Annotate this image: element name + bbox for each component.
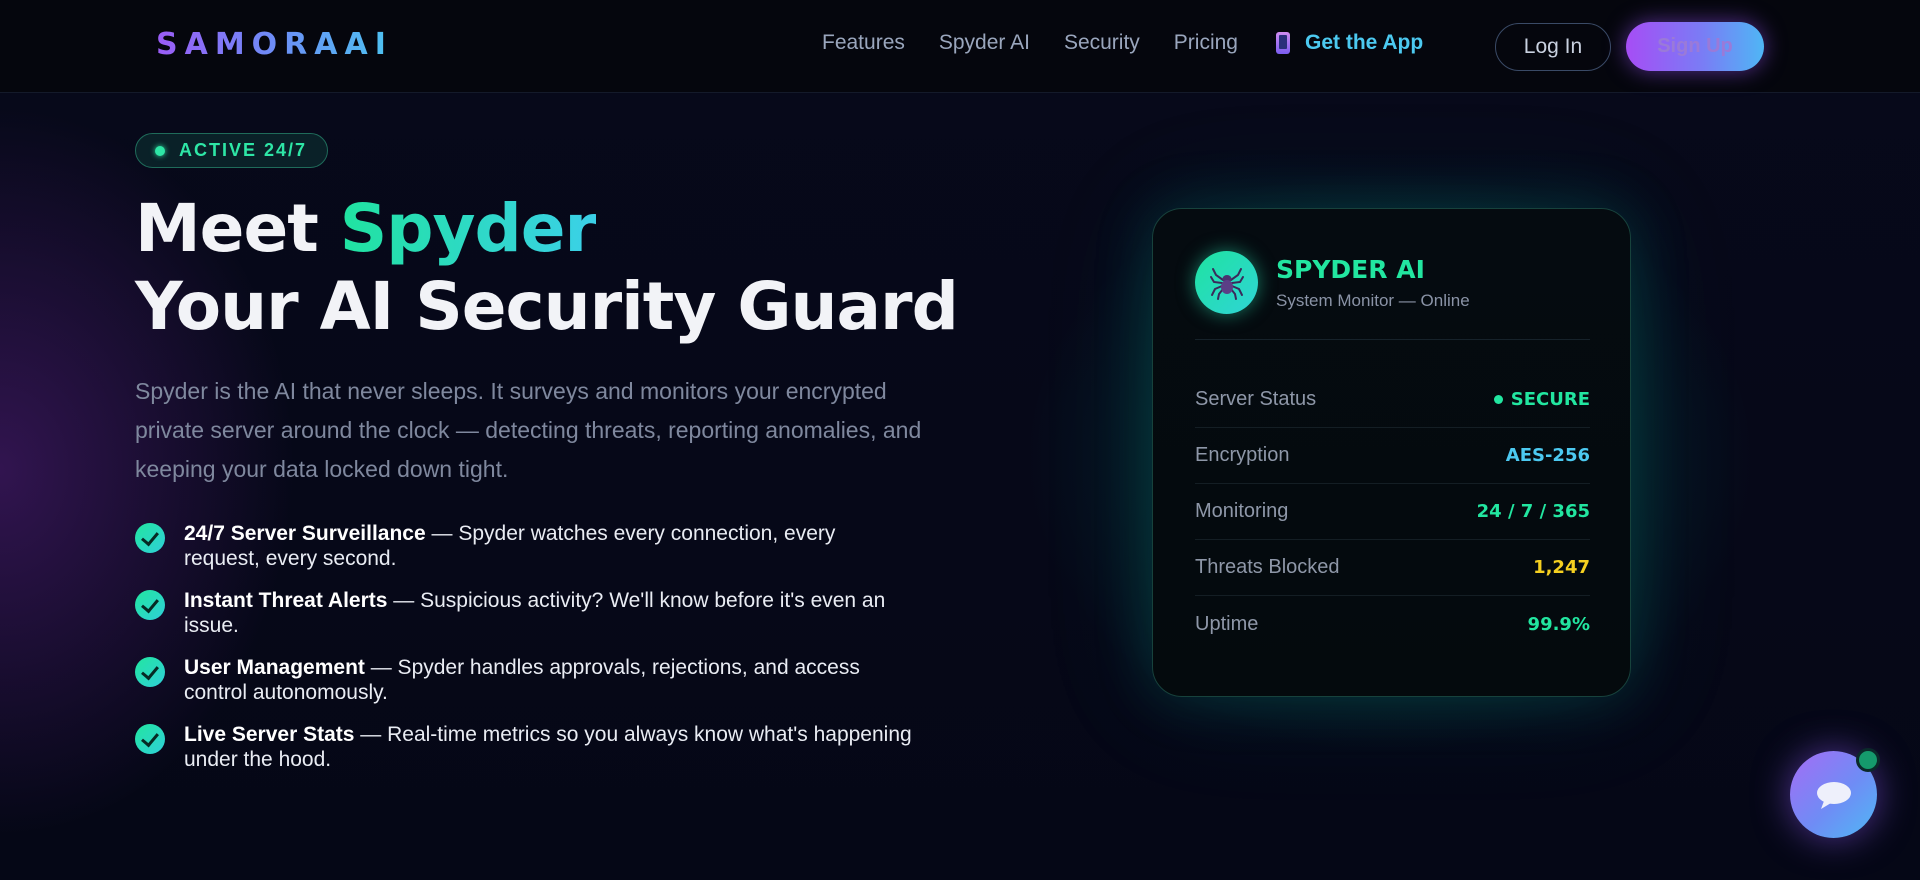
feature-list: 24/7 Server Surveillance — Spyder watche…	[135, 521, 915, 789]
stat-label: Server Status	[1195, 388, 1317, 410]
nav-link-security[interactable]: Security	[1064, 31, 1140, 55]
hero-title-accent: Spyder	[339, 190, 597, 267]
card-subtitle: System Monitor — Online	[1276, 291, 1470, 310]
feature-title: Live Server Stats	[184, 723, 355, 746]
stat-row-threats-blocked: Threats Blocked 1,247	[1195, 540, 1590, 596]
get-app-link[interactable]: Get the App	[1276, 31, 1423, 55]
stat-row-encryption: Encryption AES-256	[1195, 428, 1590, 484]
stat-value: SECURE	[1493, 389, 1590, 410]
stat-value-text: SECURE	[1510, 389, 1590, 410]
spyder-status-card: SPYDER AI System Monitor — Online Server…	[1152, 208, 1631, 697]
stat-label: Monitoring	[1195, 500, 1289, 522]
nav-link-features[interactable]: Features	[822, 31, 905, 55]
spider-icon	[1209, 267, 1244, 300]
chat-notification-dot	[1856, 748, 1880, 772]
brand-logo[interactable]: SAMORAAI	[156, 27, 393, 62]
check-icon	[135, 724, 165, 754]
nav-links: Features Spyder AI Security Pricing Get …	[822, 31, 1423, 55]
status-dot-icon	[155, 145, 165, 156]
stat-label: Threats Blocked	[1195, 556, 1340, 578]
nav-link-spyder-ai[interactable]: Spyder AI	[939, 31, 1030, 55]
stat-value: AES-256	[1505, 445, 1590, 466]
spider-avatar	[1195, 251, 1258, 314]
feature-item: Instant Threat Alerts — Suspicious activ…	[135, 588, 915, 638]
card-divider	[1195, 339, 1590, 340]
feature-title: Instant Threat Alerts	[184, 589, 388, 612]
top-navbar: SAMORAAI Features Spyder AI Security Pri…	[0, 0, 1920, 93]
stat-row-monitoring: Monitoring 24 / 7 / 365	[1195, 484, 1590, 540]
stat-label: Encryption	[1195, 444, 1290, 466]
status-dot-icon	[1493, 395, 1503, 404]
signup-button[interactable]: Sign Up	[1626, 22, 1764, 71]
check-icon	[135, 657, 165, 687]
hero-description: Spyder is the AI that never sleeps. It s…	[135, 378, 922, 482]
stat-label: Uptime	[1195, 612, 1259, 635]
hero-title: Meet Spyder Your AI Security Guard	[135, 190, 959, 346]
stat-row-uptime: Uptime 99.9%	[1195, 596, 1590, 652]
get-app-label: Get the App	[1305, 31, 1424, 54]
badge-label: ACTIVE 24/7	[179, 140, 308, 160]
phone-icon	[1276, 32, 1290, 54]
feature-title: 24/7 Server Surveillance	[184, 522, 426, 545]
feature-item: 24/7 Server Surveillance — Spyder watche…	[135, 521, 915, 571]
nav-link-pricing[interactable]: Pricing	[1174, 31, 1238, 55]
feature-title: User Management	[184, 656, 365, 679]
feature-item: User Management — Spyder handles approva…	[135, 655, 915, 705]
hero-title-line2: Your AI Security Guard	[135, 268, 959, 345]
active-badge: ACTIVE 24/7	[135, 133, 329, 168]
card-title: SPYDER AI	[1276, 255, 1425, 284]
feature-text: Live Server Stats — Real-time metrics so…	[184, 722, 915, 772]
stat-value: 24 / 7 / 365	[1476, 501, 1590, 522]
chat-icon	[1816, 781, 1851, 809]
login-button[interactable]: Log In	[1495, 23, 1611, 71]
check-icon	[135, 590, 165, 620]
hero-title-prefix: Meet	[135, 190, 340, 267]
feature-text: Instant Threat Alerts — Suspicious activ…	[184, 588, 915, 638]
feature-text: User Management — Spyder handles approva…	[184, 655, 915, 705]
check-icon	[135, 523, 165, 553]
stat-row-server-status: Server Status SECURE	[1195, 372, 1590, 428]
stat-value: 1,247	[1533, 557, 1590, 578]
feature-text: 24/7 Server Surveillance — Spyder watche…	[184, 521, 915, 571]
feature-item: Live Server Stats — Real-time metrics so…	[135, 722, 915, 772]
stat-value: 99.9%	[1527, 613, 1590, 635]
